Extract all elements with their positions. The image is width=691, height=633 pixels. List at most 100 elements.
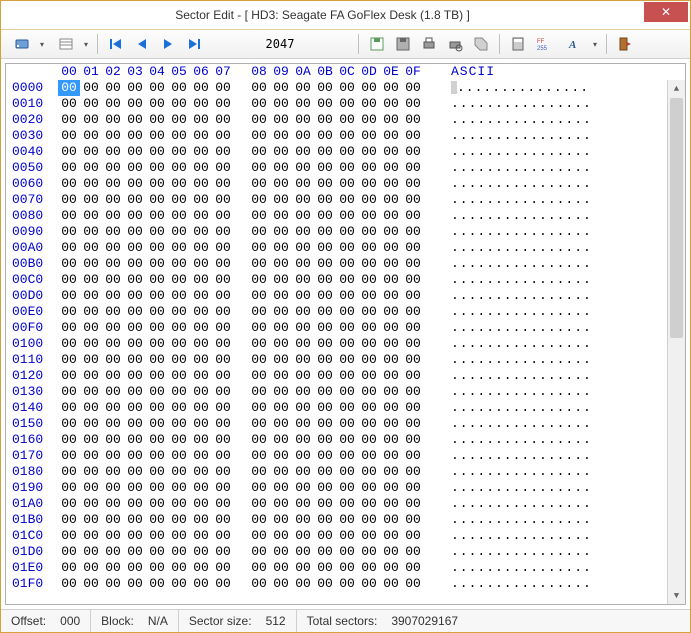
hex-byte[interactable]: 00 [124,528,146,544]
hex-byte[interactable]: 00 [336,512,358,528]
hex-byte[interactable]: 00 [212,416,234,432]
hex-byte[interactable]: 00 [380,272,402,288]
hex-byte[interactable]: 00 [212,256,234,272]
hex-byte[interactable]: 00 [102,80,124,96]
hex-byte[interactable]: 00 [80,144,102,160]
hex-byte[interactable]: 00 [146,96,168,112]
hex-byte[interactable]: 00 [380,128,402,144]
hex-byte[interactable]: 00 [358,480,380,496]
hex-byte[interactable]: 00 [248,560,270,576]
hex-byte[interactable]: 00 [58,560,80,576]
hex-byte[interactable]: 00 [358,112,380,128]
hex-byte[interactable]: 00 [402,96,424,112]
hex-byte[interactable]: 00 [168,256,190,272]
hex-byte[interactable]: 00 [80,496,102,512]
hex-byte[interactable]: 00 [212,512,234,528]
hex-byte[interactable]: 00 [168,96,190,112]
hex-byte[interactable]: 00 [402,288,424,304]
hex-byte[interactable]: 00 [292,528,314,544]
ascii-cell[interactable]: ................ [445,480,667,496]
hex-byte[interactable]: 00 [402,160,424,176]
hex-byte[interactable]: 00 [292,112,314,128]
hex-byte[interactable]: 00 [58,160,80,176]
hex-byte[interactable]: 00 [146,384,168,400]
hex-byte[interactable]: 00 [146,208,168,224]
hex-byte[interactable]: 00 [102,416,124,432]
hex-byte[interactable]: 00 [380,112,402,128]
hex-byte[interactable]: 00 [402,400,424,416]
hex-byte[interactable]: 00 [358,288,380,304]
write-sector-button[interactable] [391,32,415,56]
hex-byte[interactable]: 00 [380,240,402,256]
hex-byte[interactable]: 00 [58,256,80,272]
hex-byte[interactable]: 00 [80,544,102,560]
hex-byte[interactable]: 00 [292,304,314,320]
hex-byte[interactable]: 00 [58,288,80,304]
ascii-cell[interactable]: ................ [445,272,667,288]
first-sector-button[interactable] [104,32,128,56]
hex-byte[interactable]: 00 [168,432,190,448]
hex-byte[interactable]: 00 [314,384,336,400]
hex-byte[interactable]: 00 [212,544,234,560]
hex-byte[interactable]: 00 [336,560,358,576]
hex-byte[interactable]: 00 [168,464,190,480]
hex-byte[interactable]: 00 [270,256,292,272]
hex-byte[interactable]: 00 [314,208,336,224]
hex-byte[interactable]: 00 [402,144,424,160]
hex-byte[interactable]: 00 [168,224,190,240]
hex-byte[interactable]: 00 [270,336,292,352]
hex-byte[interactable]: 00 [58,112,80,128]
hex-byte[interactable]: 00 [190,176,212,192]
hex-byte[interactable]: 00 [380,512,402,528]
hex-byte[interactable]: 00 [358,576,380,592]
save-sector-button[interactable] [365,32,389,56]
hex-byte[interactable]: 00 [80,352,102,368]
hex-byte[interactable]: 00 [402,512,424,528]
hex-byte[interactable]: 00 [190,240,212,256]
hex-byte[interactable]: 00 [190,560,212,576]
ascii-cell[interactable]: ................ [445,224,667,240]
hex-byte[interactable]: 00 [58,512,80,528]
hex-byte[interactable]: 00 [380,176,402,192]
hex-byte[interactable]: 00 [402,496,424,512]
hex-byte[interactable]: 00 [358,224,380,240]
hex-byte[interactable]: 00 [212,352,234,368]
hex-byte[interactable]: 00 [58,80,80,96]
hex-byte[interactable]: 00 [146,560,168,576]
hex-byte[interactable]: 00 [314,272,336,288]
hex-byte[interactable]: 00 [402,560,424,576]
hex-byte[interactable]: 00 [358,464,380,480]
hex-byte[interactable]: 00 [124,144,146,160]
hex-byte[interactable]: 00 [124,480,146,496]
hex-byte[interactable]: 00 [358,128,380,144]
hex-byte[interactable]: 00 [190,112,212,128]
hex-byte[interactable]: 00 [314,352,336,368]
calculator-button[interactable] [506,32,530,56]
hex-byte[interactable]: 00 [58,336,80,352]
hex-byte[interactable]: 00 [124,80,146,96]
hex-byte[interactable]: 00 [270,544,292,560]
view-mode-button[interactable] [49,32,91,56]
hex-byte[interactable]: 00 [380,464,402,480]
hex-byte[interactable]: 00 [270,560,292,576]
hex-byte[interactable]: 00 [102,128,124,144]
hex-byte[interactable]: 00 [102,352,124,368]
hex-byte[interactable]: 00 [336,336,358,352]
hex-byte[interactable]: 00 [168,336,190,352]
hex-byte[interactable]: 00 [80,512,102,528]
ascii-cell[interactable]: ............... [445,80,667,96]
hex-byte[interactable]: 00 [402,544,424,560]
hex-byte[interactable]: 00 [292,416,314,432]
hex-byte[interactable]: 00 [358,144,380,160]
hex-byte[interactable]: 00 [270,528,292,544]
hex-byte[interactable]: 00 [80,480,102,496]
hex-byte[interactable]: 00 [58,496,80,512]
hex-byte[interactable]: 00 [190,544,212,560]
hex-byte[interactable]: 00 [146,464,168,480]
hex-byte[interactable]: 00 [146,576,168,592]
hex-byte[interactable]: 00 [168,128,190,144]
hex-byte[interactable]: 00 [124,560,146,576]
hex-byte[interactable]: 00 [248,144,270,160]
hex-byte[interactable]: 00 [124,160,146,176]
ascii-cell[interactable]: ................ [445,448,667,464]
